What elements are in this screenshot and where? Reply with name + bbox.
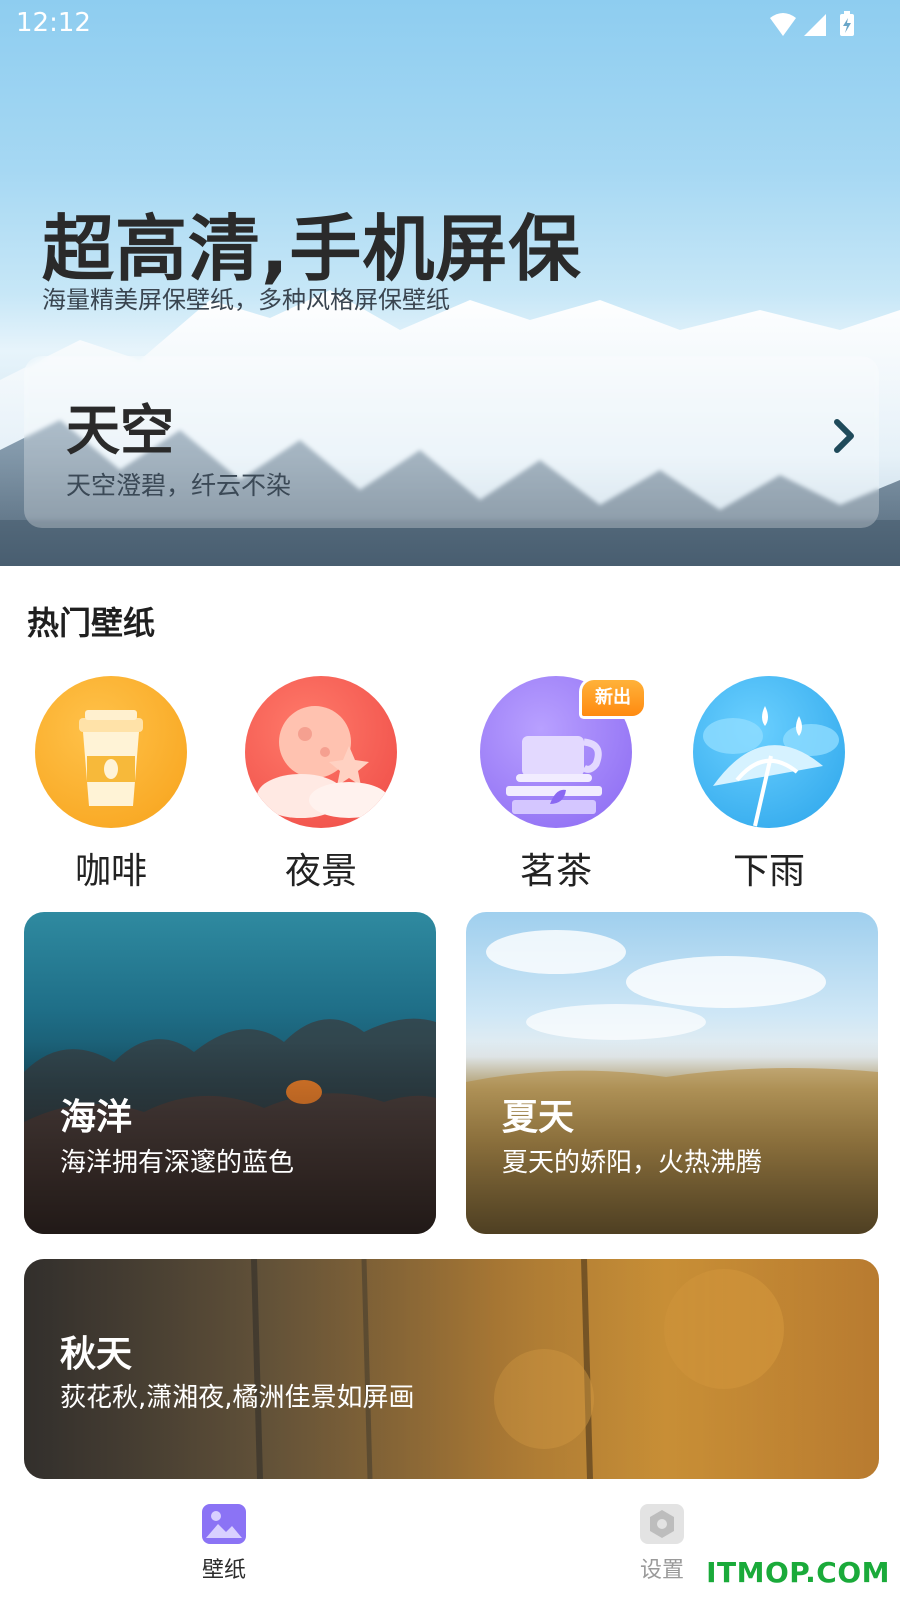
category-night[interactable]: 夜景 bbox=[241, 676, 401, 894]
hero-subtitle: 海量精美屏保壁纸，多种风格屏保壁纸 bbox=[42, 286, 450, 314]
status-icons bbox=[770, 10, 870, 44]
card-title: 海洋 bbox=[60, 1097, 133, 1138]
hero-card-desc: 天空澄碧，纤云不染 bbox=[66, 471, 292, 500]
section-title-hot: 热门壁纸 bbox=[27, 604, 156, 642]
signal-icon bbox=[804, 14, 826, 36]
battery-icon bbox=[840, 11, 854, 36]
hero-banner: 12:12 超高清,手机屏保 海量精美屏保壁纸，多种风格屏保壁纸 天空 天空澄碧… bbox=[0, 0, 900, 566]
coffee-cup-icon bbox=[35, 676, 187, 828]
category-label: 夜景 bbox=[284, 851, 357, 892]
card-desc: 荻花秋,潇湘夜,橘洲佳景如屏画 bbox=[60, 1383, 415, 1413]
hero-sky-card[interactable]: 天空 天空澄碧，纤云不染 bbox=[24, 356, 879, 528]
wallpaper-icon bbox=[202, 1504, 246, 1544]
card-desc: 海洋拥有深邃的蓝色 bbox=[60, 1148, 295, 1178]
card-title: 秋天 bbox=[60, 1334, 133, 1375]
nav-label: 设置 bbox=[639, 1558, 684, 1583]
card-summer[interactable]: 夏天 夏天的娇阳，火热沸腾 bbox=[466, 912, 878, 1234]
nav-settings[interactable]: 设置 bbox=[602, 1504, 722, 1584]
wifi-icon bbox=[770, 13, 796, 36]
category-coffee[interactable]: 咖啡 bbox=[31, 676, 191, 894]
status-bar: 12:12 bbox=[0, 0, 900, 48]
new-badge: 新出 bbox=[582, 680, 644, 716]
nav-label: 壁纸 bbox=[201, 1558, 246, 1583]
category-label: 下雨 bbox=[732, 851, 805, 892]
card-title: 夏天 bbox=[502, 1097, 575, 1138]
nav-wallpaper[interactable]: 壁纸 bbox=[164, 1504, 284, 1584]
moon-night-icon bbox=[245, 676, 397, 828]
card-autumn[interactable]: 秋天 荻花秋,潇湘夜,橘洲佳景如屏画 bbox=[24, 1259, 879, 1479]
card-shade bbox=[24, 1259, 879, 1479]
card-desc: 夏天的娇阳，火热沸腾 bbox=[502, 1148, 763, 1178]
card-ocean[interactable]: 海洋 海洋拥有深邃的蓝色 bbox=[24, 912, 436, 1234]
chevron-right-icon[interactable] bbox=[829, 418, 859, 458]
site-watermark: ITMOP.COM bbox=[706, 1556, 890, 1589]
status-time: 12:12 bbox=[16, 8, 91, 38]
category-label: 咖啡 bbox=[74, 851, 147, 892]
category-label: 茗茶 bbox=[519, 851, 592, 892]
category-rain[interactable]: 下雨 bbox=[689, 676, 849, 894]
hero-card-title: 天空 bbox=[66, 399, 174, 462]
settings-icon bbox=[640, 1504, 684, 1544]
umbrella-rain-icon bbox=[693, 676, 845, 828]
